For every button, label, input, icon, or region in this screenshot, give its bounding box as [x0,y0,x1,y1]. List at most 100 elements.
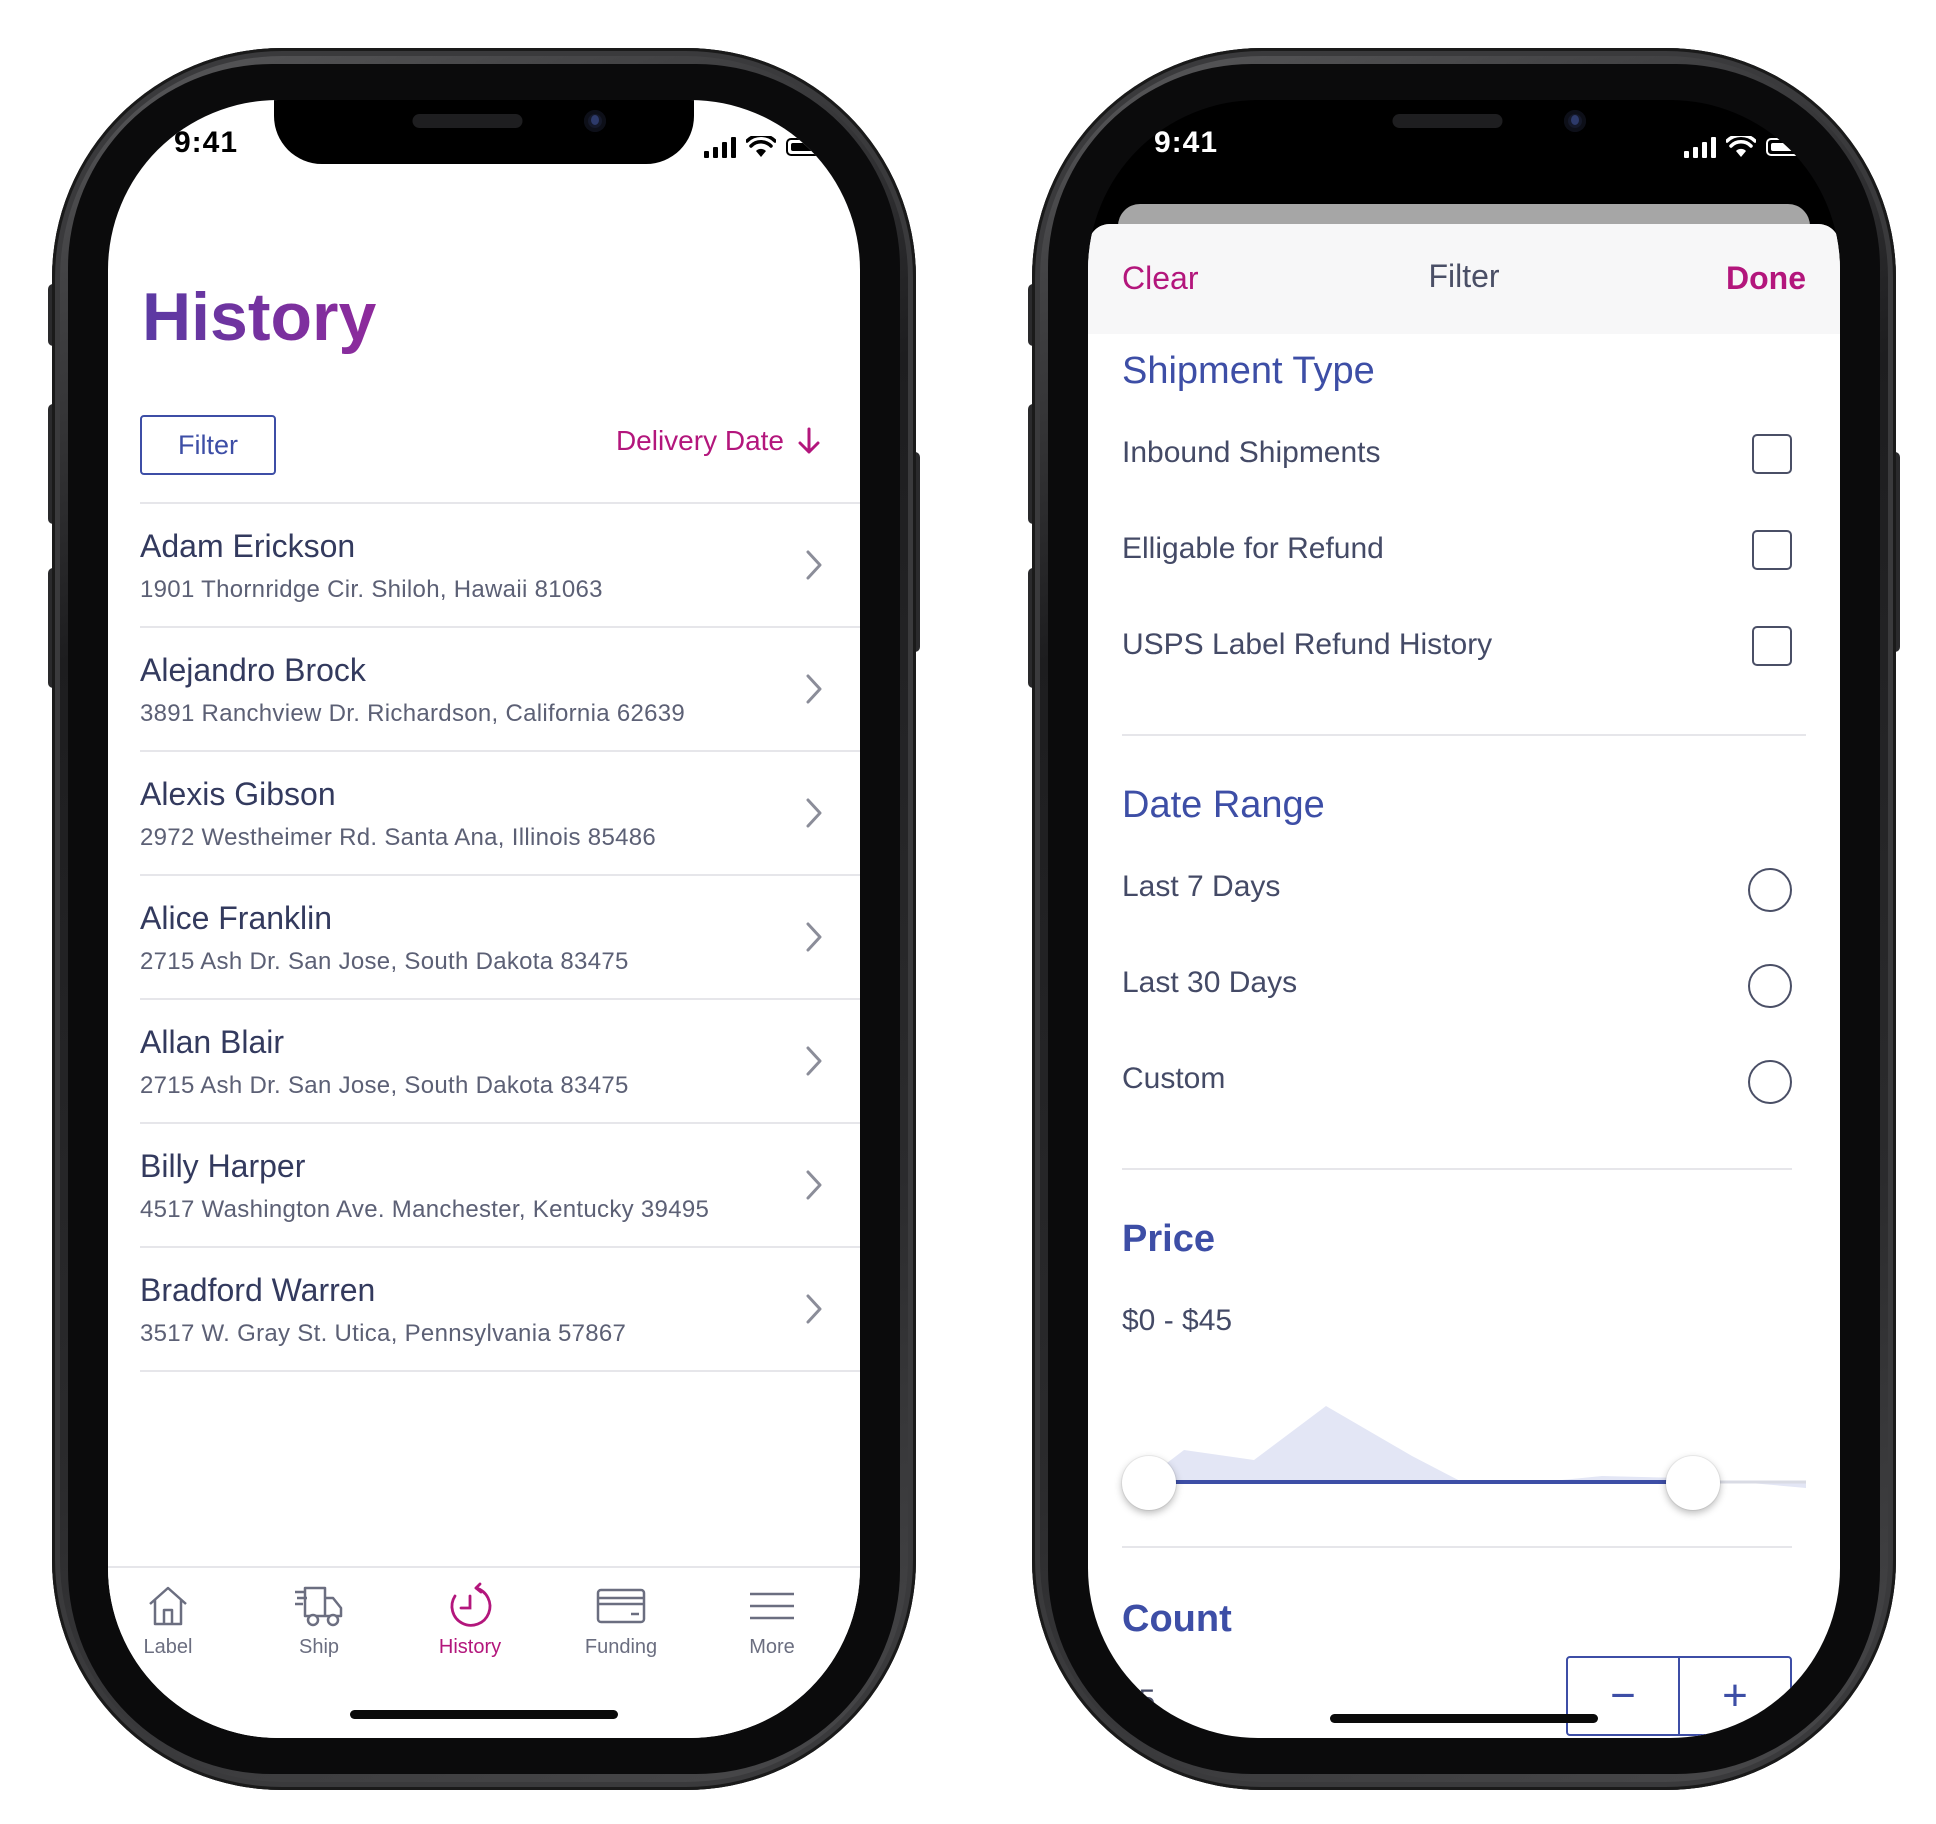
notch [1254,100,1674,164]
sort-label: Delivery Date [615,425,784,456]
sort-button[interactable]: Delivery Date [616,425,820,457]
divider [1122,1168,1792,1170]
custom-radio[interactable] [1748,1060,1792,1104]
option-refund-label: Elligable for Refund [1122,532,1384,565]
increment-button[interactable]: + [1678,1658,1790,1734]
home-icon [149,1586,187,1626]
recipient-name: Adam Erickson [140,528,356,564]
tab-bar: Label Ship History Funding More [108,1566,860,1738]
filter-button[interactable]: Filter [140,415,276,475]
status-icons [1684,136,1806,158]
history-row[interactable]: Alice Franklin 2715 Ash Dr. San Jose, Sou… [140,874,860,998]
status-icons [704,136,826,158]
count-stepper: − + [1566,1656,1792,1736]
history-screen: 9:41 History Filter Delivery Date Adam E… [108,100,860,1738]
status-time: 9:41 [1154,126,1219,159]
recipient-name: Allan Blair [140,1024,285,1060]
tab-ship-text: Ship [298,1636,340,1658]
home-indicator[interactable] [350,1710,618,1719]
shipment-type-title: Shipment Type [1122,350,1375,392]
sheet-header: Clear Filter Done [1088,224,1840,334]
recipient-name: Alejandro Brock [140,652,366,688]
option-inbound-label: Inbound Shipments [1122,436,1381,469]
tab-more-text: More [749,1636,795,1658]
recipient-address: 2972 Westheimer Rd. Santa Ana, Illinois … [140,824,657,851]
signal-icon [704,136,736,158]
count-title: Count [1122,1598,1232,1640]
chevron-right-icon [806,1294,822,1324]
hamburger-menu-icon [750,1592,794,1620]
history-list: Adam Erickson 1901 Thornridge Cir. Shiloh… [140,502,860,1372]
divider [1122,734,1806,736]
history-row[interactable]: Alexis Gibson 2972 Westheimer Rd. Santa A… [140,750,860,874]
home-indicator[interactable] [1330,1714,1598,1723]
tab-history[interactable]: History [395,1582,545,1659]
wifi-icon [1726,136,1756,157]
left-phone: 9:41 History Filter Delivery Date Adam E… [48,48,920,1790]
option-usps-refund-history-label: USPS Label Refund History [1122,628,1493,661]
recipient-address: 2715 Ash Dr. San Jose, South Dakota 8347… [140,948,629,975]
battery-icon [786,138,826,156]
tab-label-text: Label [143,1636,193,1658]
history-row[interactable]: Bradford Warren 3517 W. Gray St. Utica, P… [140,1246,860,1372]
recipient-name: Alice Franklin [140,900,333,936]
signal-icon [1684,136,1716,158]
arrow-down-icon [798,427,820,454]
tab-ship[interactable]: Ship [244,1582,394,1659]
inbound-checkbox[interactable] [1752,434,1792,474]
front-camera [1564,110,1586,132]
slider-max-thumb[interactable] [1666,1456,1720,1510]
recipient-address: 2715 Ash Dr. San Jose, South Dakota 8347… [140,1072,629,1099]
status-time: 9:41 [174,126,239,159]
speaker-grille [1392,114,1503,128]
last-7-days-radio[interactable] [1748,868,1792,912]
tab-funding[interactable]: Funding [546,1582,696,1659]
truck-icon [295,1586,343,1627]
tab-history-text: History [438,1636,502,1658]
credit-card-icon [596,1588,646,1624]
wifi-icon [746,136,776,157]
price-range-value: $0 - $45 [1122,1304,1233,1337]
history-row[interactable]: Alejandro Brock 3891 Ranchview Dr. Richar… [140,626,860,750]
history-row[interactable]: Allan Blair 2715 Ash Dr. San Jose, South … [140,998,860,1122]
filter-screen: 9:41 Clear Filter Done Shipment Type Inb… [1088,100,1840,1738]
recipient-name: Alexis Gibson [140,776,336,812]
chevron-right-icon [806,550,822,580]
recipient-address: 4517 Washington Ave. Manchester, Kentuck… [140,1196,710,1223]
filter-sheet: Clear Filter Done Shipment Type Inbound … [1088,224,1840,1738]
tab-funding-text: Funding [584,1636,658,1658]
chevron-right-icon [806,674,822,704]
last-30-days-radio[interactable] [1748,964,1792,1008]
right-phone: 9:41 Clear Filter Done Shipment Type Inb… [1028,48,1900,1790]
recipient-address: 3517 W. Gray St. Utica, Pennsylvania 578… [140,1320,627,1347]
option-last-7-days-label: Last 7 Days [1122,870,1281,903]
usps-refund-history-checkbox[interactable] [1752,626,1792,666]
history-row[interactable]: Billy Harper 4517 Washington Ave. Manches… [140,1122,860,1246]
refund-checkbox[interactable] [1752,530,1792,570]
option-custom-label: Custom [1122,1062,1226,1095]
front-camera [584,110,606,132]
chevron-right-icon [806,922,822,952]
done-button[interactable]: Done [1726,260,1806,297]
page-title: History [142,279,377,355]
chevron-right-icon [806,1046,822,1076]
option-last-30-days-label: Last 30 Days [1122,966,1298,999]
notch [274,100,694,164]
slider-min-thumb[interactable] [1122,1456,1176,1510]
divider [1122,1546,1792,1548]
count-value: 45 [1122,1684,1156,1717]
tab-more[interactable]: More [697,1582,847,1659]
clock-history-icon [450,1582,492,1627]
date-range-title: Date Range [1122,784,1325,826]
chevron-right-icon [806,1170,822,1200]
chevron-right-icon [806,798,822,828]
price-slider[interactable] [1122,1374,1806,1510]
history-row[interactable]: Adam Erickson 1901 Thornridge Cir. Shiloh… [140,502,860,626]
speaker-grille [412,114,523,128]
battery-icon [1766,138,1806,156]
recipient-name: Billy Harper [140,1148,306,1184]
recipient-address: 1901 Thornridge Cir. Shiloh, Hawaii 8106… [140,576,603,603]
recipient-address: 3891 Ranchview Dr. Richardson, Californi… [140,700,686,727]
tab-label[interactable]: Label [108,1582,243,1659]
recipient-name: Bradford Warren [140,1272,376,1308]
